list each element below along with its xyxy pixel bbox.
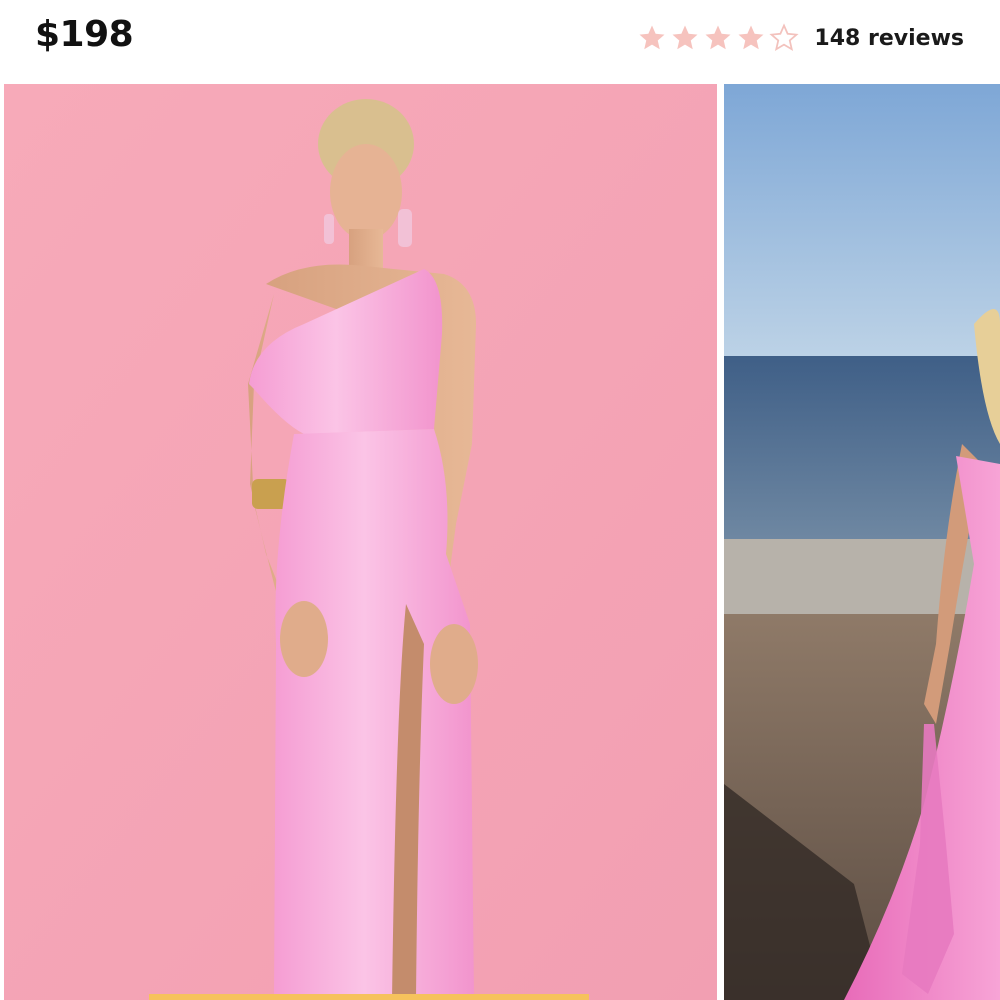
- star-rating: [637, 23, 802, 53]
- product-header: $198 148 reviews: [0, 0, 1000, 84]
- star-filled-icon: [639, 25, 665, 50]
- gallery-image-studio[interactable]: [4, 84, 717, 1000]
- star-filled-icon: [672, 25, 698, 50]
- rating-summary[interactable]: 148 reviews: [637, 18, 964, 58]
- studio-photo-illustration: [4, 84, 717, 1000]
- star-filled-icon: [738, 25, 764, 50]
- star-filled-icon: [705, 25, 731, 50]
- gallery-image-beach[interactable]: [724, 84, 1000, 1000]
- review-count[interactable]: 148 reviews: [814, 26, 964, 51]
- star-empty-icon: [769, 23, 800, 52]
- price: $198: [35, 14, 134, 55]
- beach-photo-illustration: [724, 84, 1000, 1000]
- image-gallery[interactable]: [0, 84, 1000, 1000]
